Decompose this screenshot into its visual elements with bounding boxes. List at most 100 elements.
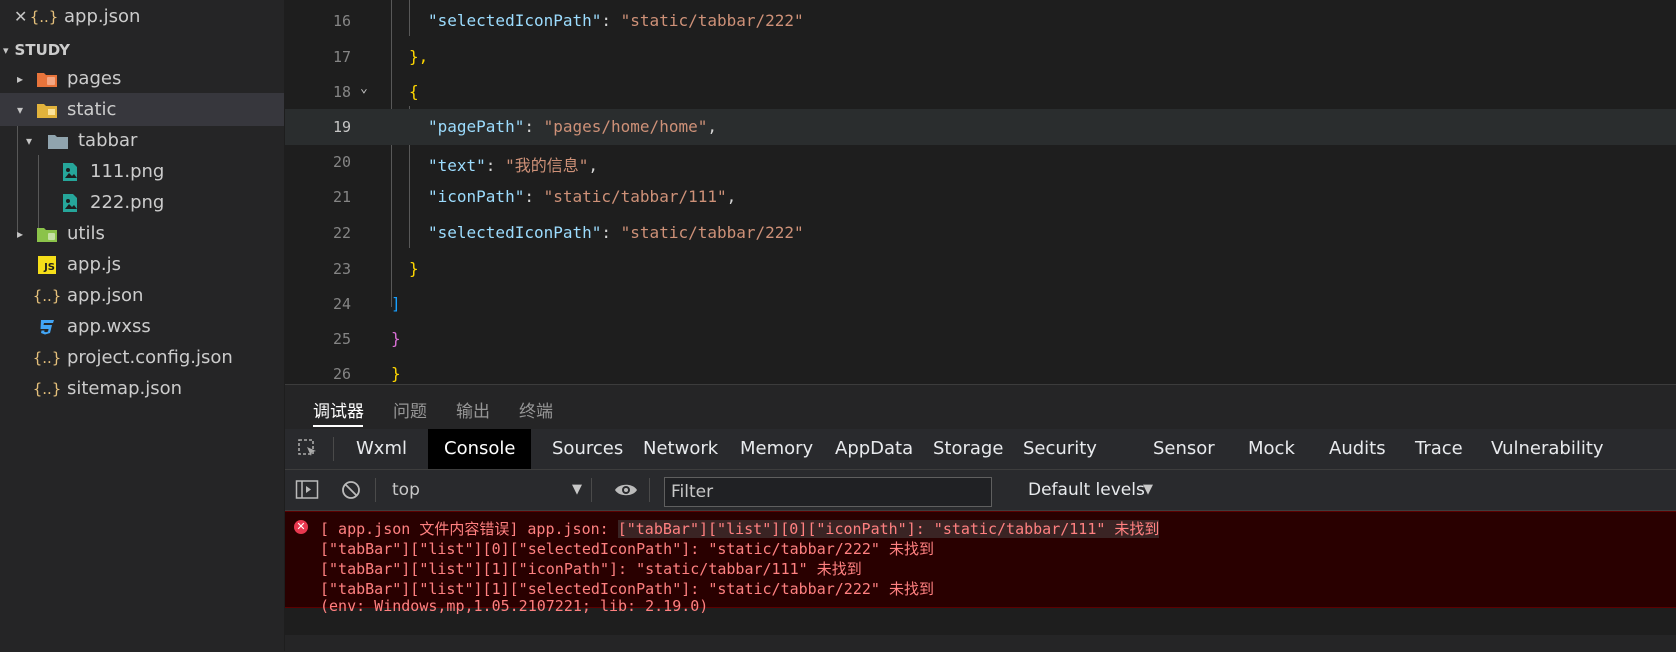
code-line[interactable]: 21 "iconPath": "static/tabbar/111",	[285, 179, 1676, 215]
devtab-sensor[interactable]: Sensor	[1137, 429, 1231, 469]
tree-item-111-png[interactable]: 111.png	[0, 155, 284, 188]
devtools-tabs: Wxml Console Sources Network Memory AppD…	[285, 429, 1676, 470]
clear-console-icon[interactable]	[341, 480, 361, 504]
error-line: ["tabBar"]["list"][0]["selectedIconPath"…	[320, 540, 934, 558]
code-line[interactable]: 25 }	[285, 321, 1676, 357]
active-tab-indicator	[313, 425, 363, 427]
folder-static-icon	[35, 100, 59, 120]
tree-item-sitemap-json[interactable]: {..} sitemap.json	[0, 372, 284, 405]
tree-item-label: app.wxss	[67, 316, 151, 337]
devtab-wxml[interactable]: Wxml	[340, 429, 423, 469]
eye-icon[interactable]	[614, 481, 638, 503]
tree-item-label: utils	[67, 223, 105, 244]
tree-item-label: pages	[67, 68, 122, 89]
code-text: "iconPath": "static/tabbar/111",	[428, 187, 737, 206]
code-editor[interactable]: 16 "selectedIconPath": "static/tabbar/22…	[285, 0, 1676, 384]
tree-item-app-json[interactable]: {..} app.json	[0, 279, 284, 312]
tree-item-app-js[interactable]: JS app.js	[0, 248, 284, 281]
code-text: },	[409, 47, 429, 66]
console-error-message: ✕ [ app.json 文件内容错误] app.json: ["tabBar"…	[285, 511, 1676, 615]
line-number: 23	[332, 260, 351, 278]
tree-item-tabbar[interactable]: ▾ tabbar	[0, 124, 284, 157]
line-number: 26	[332, 365, 351, 383]
tab-problems[interactable]: 问题	[393, 397, 427, 422]
debug-panel: 调试器 问题 输出 终端 Wxml Console Sources Networ…	[285, 384, 1676, 652]
image-file-icon	[58, 193, 82, 213]
devtab-security[interactable]: Security	[1007, 429, 1113, 469]
code-text: {	[409, 82, 419, 101]
chevron-right-icon: ▸	[16, 226, 24, 241]
close-icon[interactable]: ✕	[14, 7, 28, 26]
code-line[interactable]: 18 ⌄ {	[285, 74, 1676, 110]
code-line[interactable]: 16 "selectedIconPath": "static/tabbar/22…	[285, 3, 1676, 39]
sidebar-toggle-icon[interactable]	[295, 479, 319, 505]
code-text: "pagePath": "pages/home/home",	[428, 117, 717, 136]
chevron-down-icon[interactable]: ▼	[1143, 482, 1153, 497]
console-toolbar: top ▼ Default levels ▼	[285, 470, 1676, 511]
folder-pages-icon	[35, 69, 59, 89]
devtab-console[interactable]: Console	[428, 429, 532, 469]
error-line: (env: Windows,mp,1.05.2107221; lib: 2.19…	[320, 597, 709, 615]
code-text: }	[391, 329, 401, 348]
log-levels-dropdown[interactable]: Default levels	[1028, 480, 1145, 500]
chevron-down-icon[interactable]: ▼	[572, 482, 582, 497]
workspace-title: STUDY	[14, 41, 70, 59]
code-line[interactable]: 23 }	[285, 251, 1676, 287]
folder-utils-icon	[35, 224, 59, 244]
code-line[interactable]: 20 "text": "我的信息",	[285, 144, 1676, 180]
tree-item-utils[interactable]: ▸ utils	[0, 217, 284, 250]
error-line: ["tabBar"]["list"][1]["selectedIconPath"…	[320, 580, 934, 598]
panel-tabs: 调试器 问题 输出 终端	[285, 385, 1676, 429]
line-number: 17	[332, 48, 351, 66]
code-text: ]	[391, 294, 401, 313]
code-line[interactable]: 22 "selectedIconPath": "static/tabbar/22…	[285, 215, 1676, 251]
devtab-sources[interactable]: Sources	[536, 429, 639, 469]
tab-debugger[interactable]: 调试器	[313, 397, 364, 422]
devtab-vulnerability[interactable]: Vulnerability	[1475, 429, 1620, 469]
tree-item-app-wxss[interactable]: app.wxss	[0, 310, 284, 343]
inspect-element-icon[interactable]	[297, 438, 319, 464]
folder-icon	[46, 131, 70, 151]
line-number: 21	[332, 188, 351, 206]
code-text: }	[391, 364, 401, 383]
filter-input[interactable]	[664, 477, 992, 507]
json-file-icon: {..}	[29, 7, 59, 26]
tree-item-222-png[interactable]: 222.png	[0, 186, 284, 219]
code-line[interactable]: 24 ]	[285, 286, 1676, 322]
tree-item-label: project.config.json	[67, 347, 233, 368]
devtab-storage[interactable]: Storage	[917, 429, 1019, 469]
code-text: }	[409, 259, 419, 278]
fold-chevron-icon[interactable]: ⌄	[360, 81, 368, 96]
devtab-network[interactable]: Network	[627, 429, 734, 469]
error-line: ["tabBar"]["list"][1]["iconPath"]: "stat…	[320, 560, 862, 578]
code-line[interactable]: 17 },	[285, 39, 1676, 75]
workspace-section-header[interactable]: ▾ STUDY	[0, 36, 284, 64]
devtab-mock[interactable]: Mock	[1232, 429, 1311, 469]
tree-item-project-config-json[interactable]: {..} project.config.json	[0, 341, 284, 374]
error-line: [ app.json 文件内容错误] app.json: ["tabBar"][…	[320, 520, 1160, 538]
code-line[interactable]: 26 }	[285, 356, 1676, 384]
error-icon: ✕	[294, 520, 308, 534]
tree-item-pages[interactable]: ▸ pages	[0, 62, 284, 95]
chevron-down-icon: ▾	[3, 43, 9, 57]
json-file-icon: {..}	[32, 286, 62, 305]
devtab-memory[interactable]: Memory	[724, 429, 829, 469]
line-number: 24	[332, 295, 351, 313]
line-number: 20	[332, 153, 351, 171]
tree-item-label: sitemap.json	[67, 378, 183, 399]
devtab-trace[interactable]: Trace	[1399, 429, 1479, 469]
js-file-icon: JS	[35, 255, 59, 275]
context-selector[interactable]: top	[392, 480, 420, 500]
tab-terminal[interactable]: 终端	[519, 397, 553, 422]
console-drawer-bar	[285, 635, 1676, 652]
devtab-audits[interactable]: Audits	[1313, 429, 1402, 469]
tree-item-label: tabbar	[78, 130, 138, 151]
tree-item-static[interactable]: ▾ static	[0, 93, 284, 126]
open-editor-item[interactable]: ✕ {..} app.json	[0, 0, 284, 33]
tree-item-label: static	[67, 99, 117, 120]
tree-item-label: 111.png	[90, 161, 165, 182]
tab-output[interactable]: 输出	[456, 397, 490, 422]
code-line-current[interactable]: 19 "pagePath": "pages/home/home",	[285, 109, 1676, 145]
line-number: 16	[332, 12, 351, 30]
devtab-appdata[interactable]: AppData	[819, 429, 929, 469]
